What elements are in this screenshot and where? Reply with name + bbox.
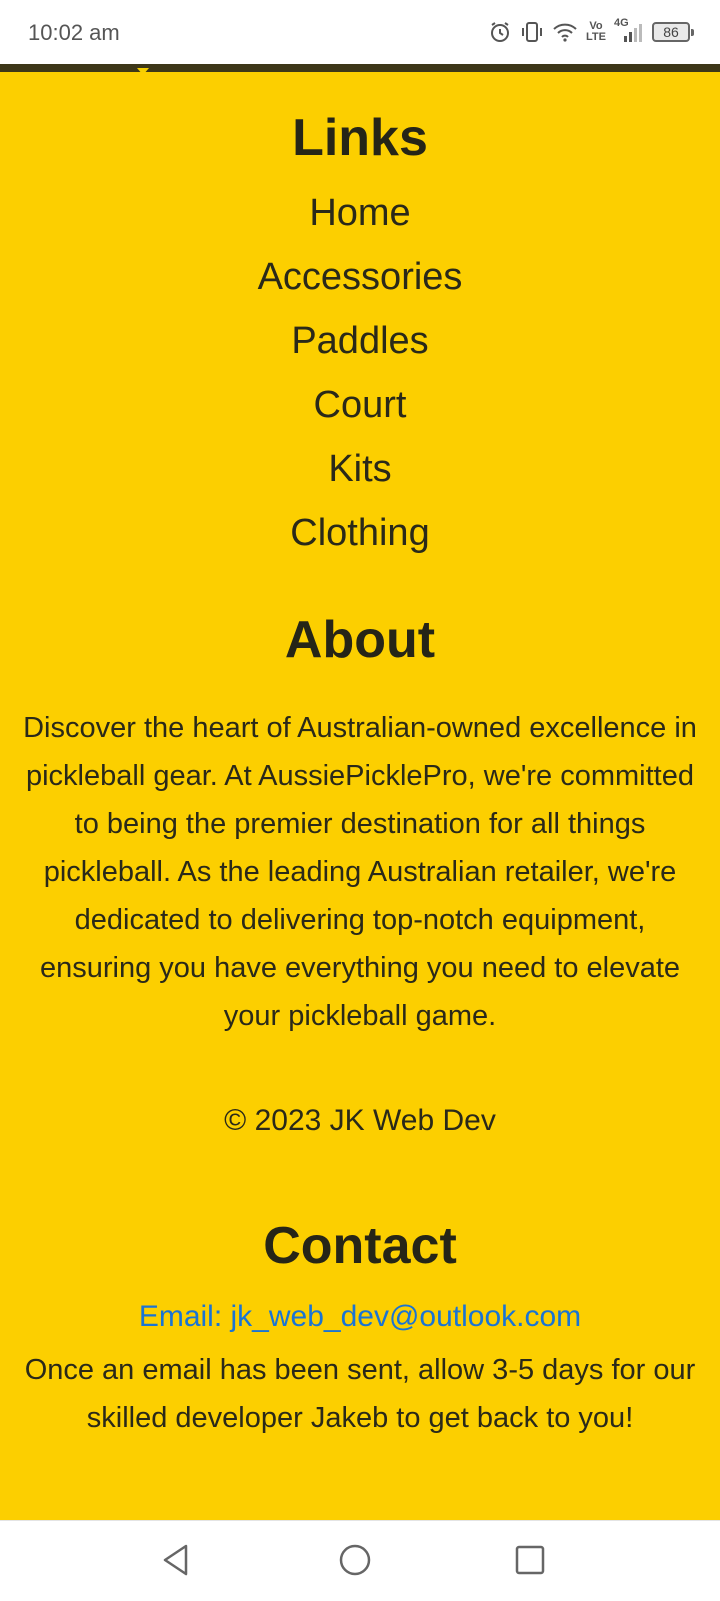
status-icons: Vo LTE 4G 86 [488, 18, 694, 46]
footer-link-accessories[interactable]: Accessories [0, 256, 720, 299]
footer-link-paddles[interactable]: Paddles [0, 320, 720, 363]
footer-link-home[interactable]: Home [0, 192, 720, 235]
footer-link-court[interactable]: Court [0, 384, 720, 427]
signal-4g-icon: 4G [614, 18, 644, 44]
header-bottom-strip [0, 64, 720, 72]
battery-icon: 86 [652, 22, 694, 42]
copyright-text: © 2023 JK Web Dev [224, 1104, 496, 1137]
contact-note: Once an email has been sent, allow 3-5 d… [24, 1354, 696, 1434]
alarm-icon [488, 20, 512, 44]
back-icon[interactable] [160, 1543, 192, 1582]
recents-icon[interactable] [514, 1543, 546, 1582]
contact-heading: Contact [263, 1217, 457, 1275]
links-heading: Links [292, 109, 428, 167]
wifi-icon [552, 20, 578, 44]
contact-email-link[interactable]: Email: jk_web_dev@outlook.com [0, 1300, 720, 1334]
footer-link-clothing[interactable]: Clothing [0, 512, 720, 555]
site-footer: Links Home Accessories Paddles Court Kit… [0, 72, 720, 1520]
system-nav-bar [0, 1520, 720, 1601]
volte-label-bottom: LTE [586, 31, 606, 43]
about-heading: About [284, 611, 436, 669]
volte-icon: Vo LTE [586, 21, 606, 43]
about-text: Discover the heart of Australian-owned e… [23, 712, 697, 1032]
footer-link-kits[interactable]: Kits [0, 448, 720, 491]
vibrate-icon [520, 20, 544, 44]
home-icon[interactable] [338, 1543, 372, 1582]
status-time: 10:02 am [28, 20, 120, 45]
status-bar: 10:02 am Vo LTE 4G 86 [0, 0, 720, 64]
battery-level: 86 [663, 24, 679, 40]
